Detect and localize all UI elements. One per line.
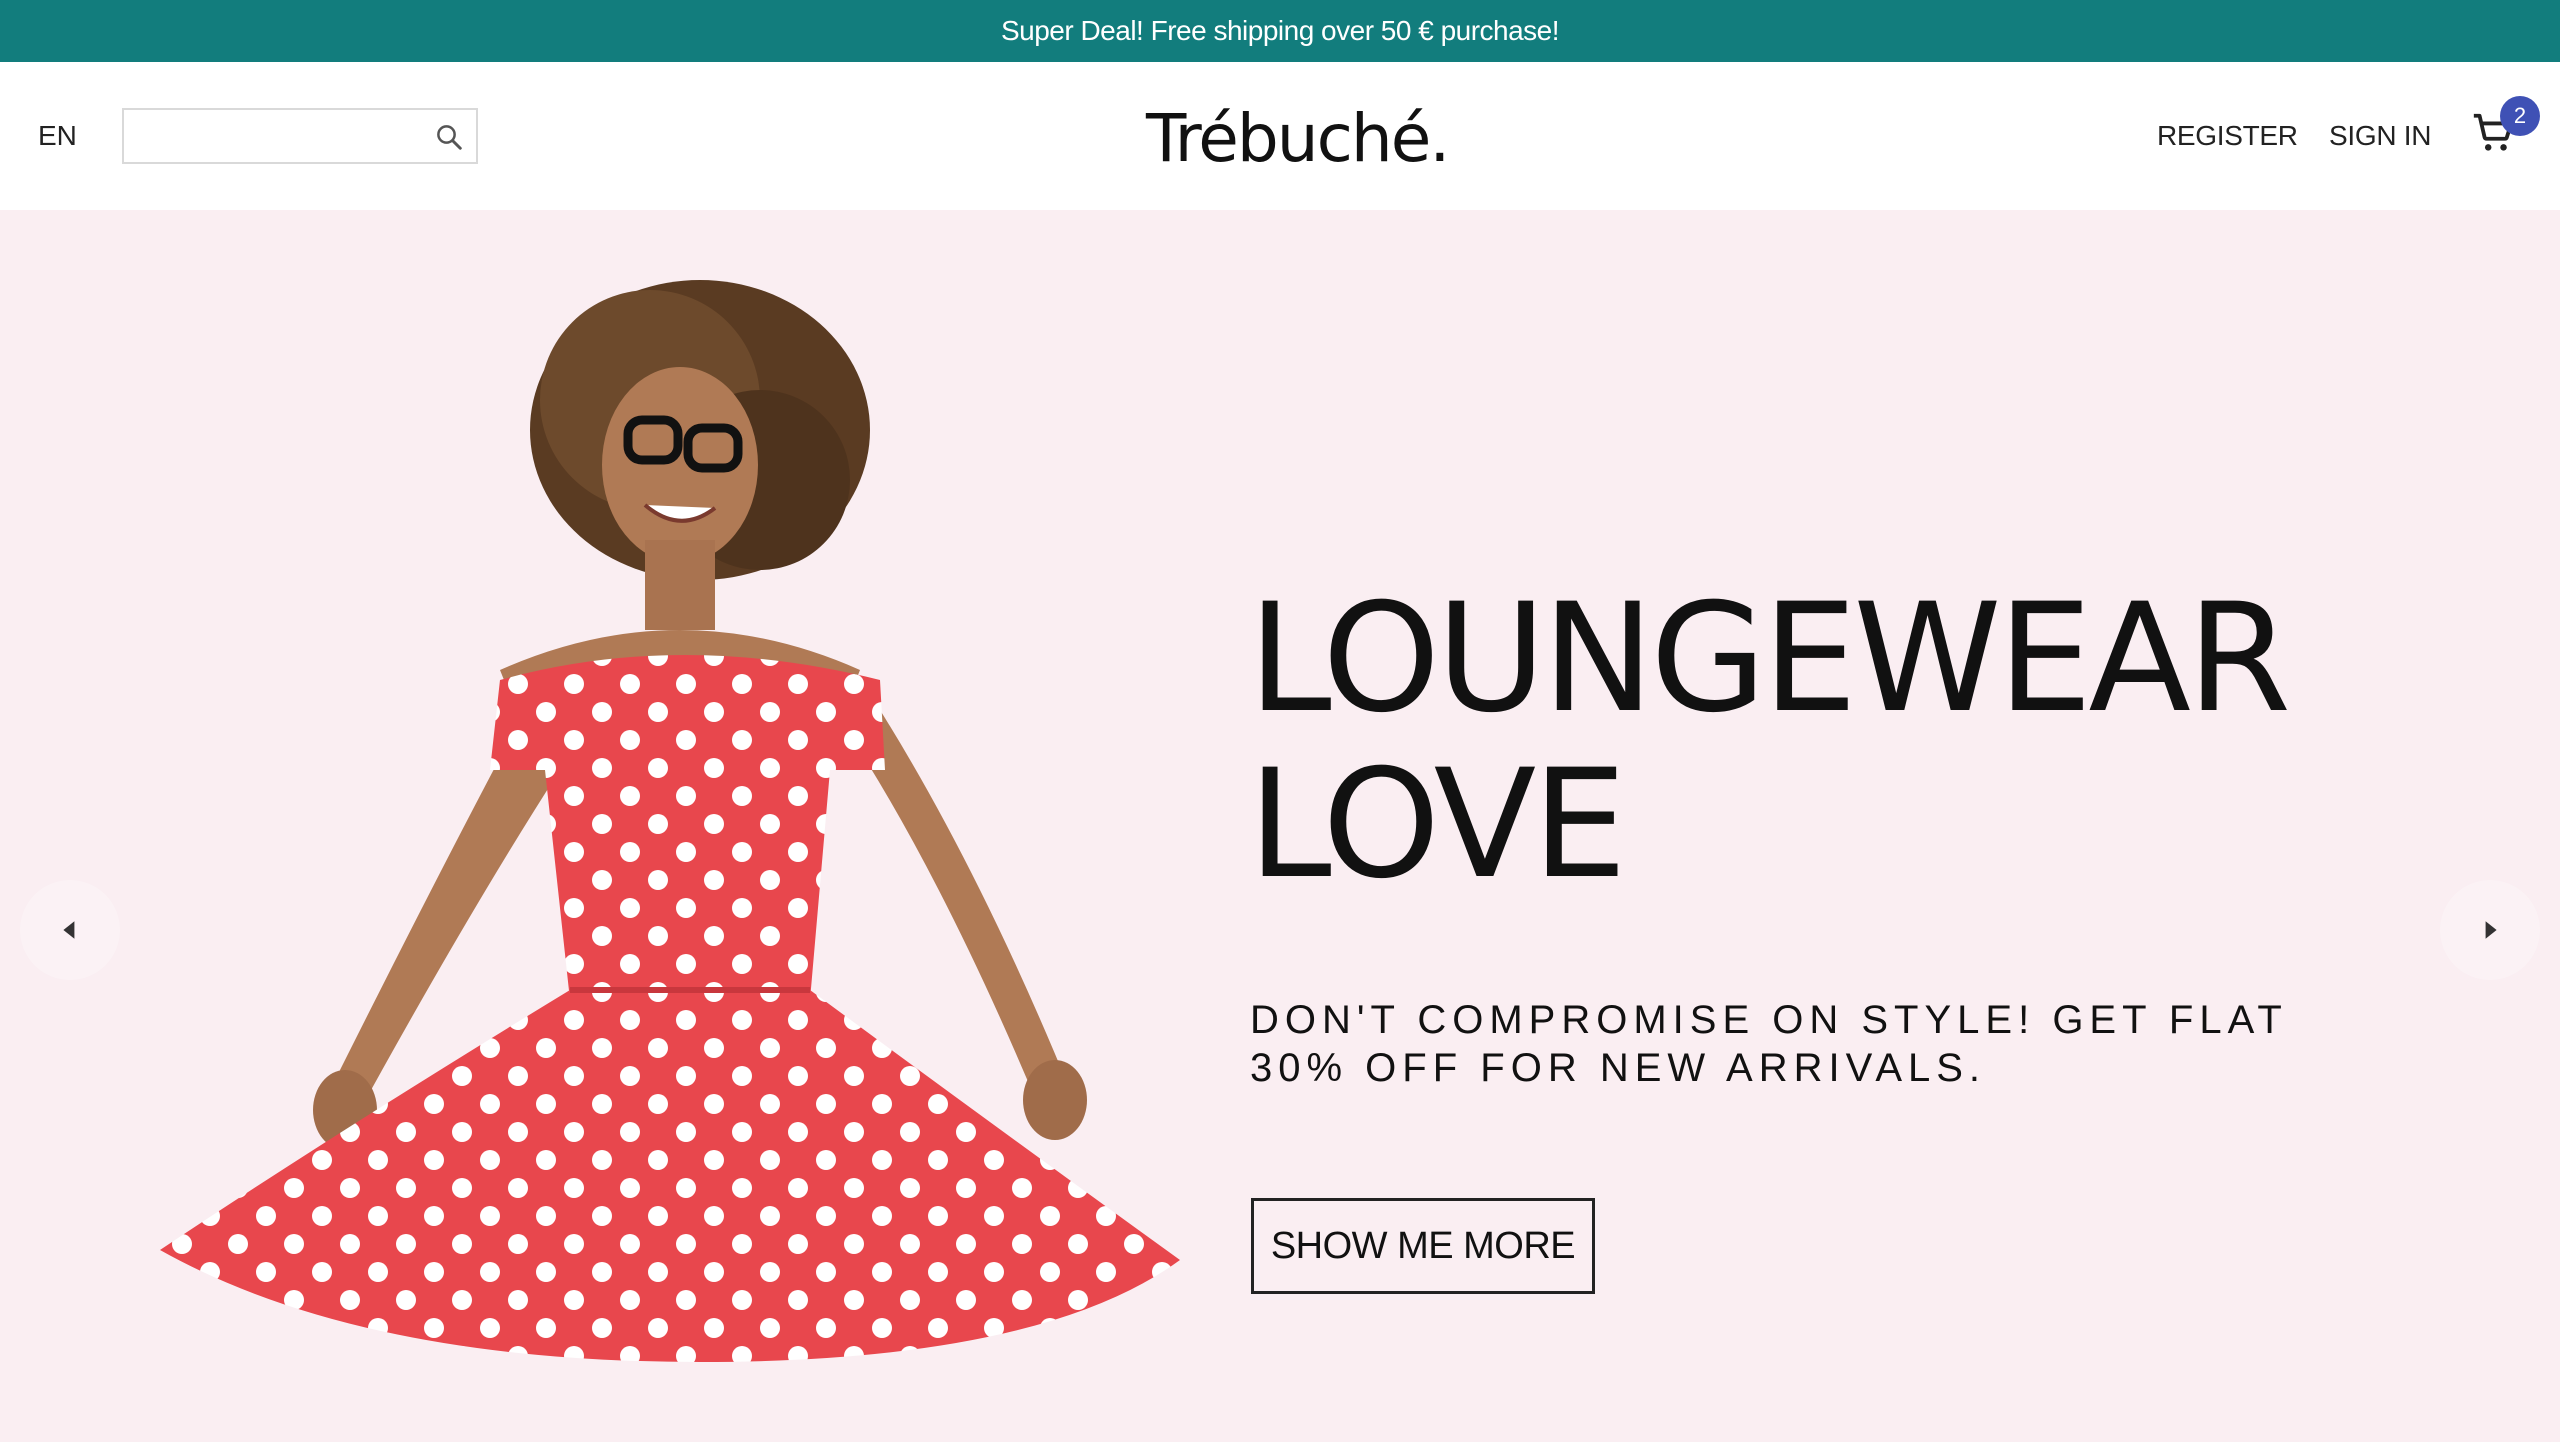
- language-selector[interactable]: EN: [38, 120, 77, 152]
- carousel-prev-button[interactable]: [20, 880, 120, 980]
- brand-logo[interactable]: Trébuché.: [1146, 100, 1450, 177]
- hero-headline: LOUNGEWEAR LOVE: [1248, 576, 2448, 908]
- hero-headline-line-2: LOVE: [1248, 738, 1627, 912]
- show-me-more-button[interactable]: SHOW ME MORE: [1251, 1198, 1595, 1294]
- site-header: EN Trébuché. REGISTER SIGN IN 2: [0, 62, 2560, 210]
- hero-subheadline: DON'T COMPROMISE ON STYLE! GET FLAT 30% …: [1250, 998, 2288, 1090]
- search-icon[interactable]: [434, 122, 464, 152]
- chevron-left-icon: [63, 921, 75, 939]
- search-bar: [122, 108, 478, 164]
- register-link[interactable]: REGISTER: [2157, 120, 2298, 152]
- chevron-right-icon: [2485, 921, 2497, 939]
- announcement-bar: Super Deal! Free shipping over 50 € purc…: [0, 0, 2560, 62]
- search-input[interactable]: [124, 110, 414, 162]
- sign-in-link[interactable]: SIGN IN: [2329, 120, 2431, 152]
- cart-count-badge: 2: [2500, 96, 2540, 136]
- hero-banner: LOUNGEWEAR LOVE DON'T COMPROMISE ON STYL…: [0, 210, 2560, 1442]
- carousel-next-button[interactable]: [2440, 880, 2540, 980]
- hero-model-image: [160, 280, 1180, 1362]
- announcement-text: Super Deal! Free shipping over 50 € purc…: [1000, 15, 1560, 46]
- hero-headline-line-1: LOUNGEWEAR: [1248, 572, 2291, 746]
